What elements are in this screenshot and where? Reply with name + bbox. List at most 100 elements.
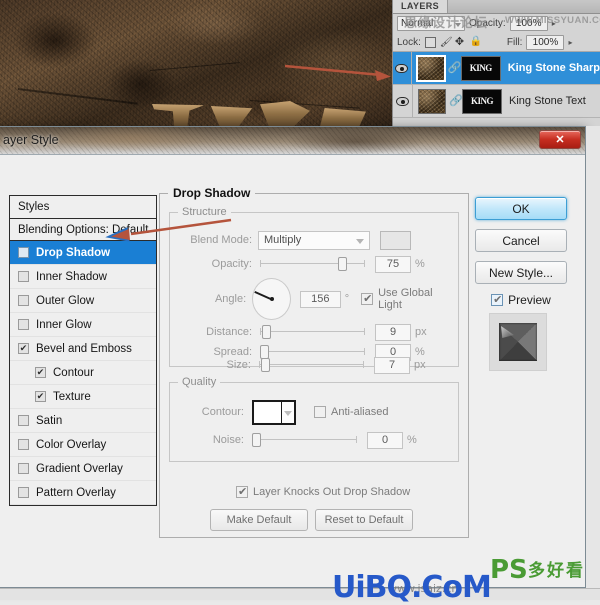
effect-row-gradient-overlay[interactable]: Gradient Overlay: [10, 457, 156, 481]
effect-row-texture[interactable]: Texture: [10, 385, 156, 409]
effects-list[interactable]: Drop Shadow Inner Shadow Outer Glow Inne…: [9, 241, 157, 506]
shadow-color-swatch[interactable]: [380, 231, 411, 250]
effect-checkbox[interactable]: [18, 319, 29, 330]
layer-visibility-toggle[interactable]: [393, 85, 413, 117]
size-field-row[interactable]: Size: 7 px: [177, 356, 452, 374]
chevron-down-icon[interactable]: [284, 411, 292, 416]
layer-blend-mode-select[interactable]: Normal: [397, 16, 465, 31]
effect-checkbox[interactable]: [18, 343, 29, 354]
drop-shadow-settings-group: Drop Shadow Structure Blend Mode: Multip…: [159, 193, 469, 538]
lock-all-icon[interactable]: 🔒: [470, 37, 481, 48]
blending-options-row[interactable]: Blending Options: Default: [9, 218, 157, 241]
distance-slider[interactable]: [260, 325, 365, 339]
lock-image-icon[interactable]: 🖌: [440, 37, 451, 48]
angle-field-row[interactable]: Angle: 156 ° Use Global Light: [178, 277, 453, 321]
effect-checkbox[interactable]: [18, 295, 29, 306]
blend-mode-field-row[interactable]: Blend Mode: Multiply: [178, 231, 453, 249]
opacity-field-row[interactable]: Opacity: 75 %: [178, 255, 453, 273]
effect-row-inner-glow[interactable]: Inner Glow: [10, 313, 156, 337]
layer-thumbnail[interactable]: [417, 56, 445, 81]
ok-button[interactable]: OK: [475, 197, 567, 220]
lock-label: Lock:: [397, 37, 421, 48]
close-icon[interactable]: ✕: [539, 130, 581, 149]
layer-mask-thumbnail[interactable]: KING: [461, 56, 501, 81]
layer-knockout-checkbox[interactable]: [236, 486, 248, 498]
effect-checkbox[interactable]: [18, 271, 29, 282]
opacity-slider[interactable]: [260, 257, 365, 271]
preview-checkbox[interactable]: [491, 294, 503, 306]
preview-toggle-row[interactable]: Preview: [475, 293, 567, 307]
contour-curve-preview: [255, 403, 281, 422]
layer-opacity-value[interactable]: 100%: [510, 16, 548, 31]
layer-knockout-row[interactable]: Layer Knocks Out Drop Shadow: [236, 486, 410, 498]
chevron-right-icon[interactable]: ▸: [568, 38, 572, 47]
reset-to-default-button[interactable]: Reset to Default: [315, 509, 413, 531]
angle-dial[interactable]: [252, 278, 291, 320]
layer-row-king-stone-text[interactable]: 🔗 KING King Stone Text: [393, 85, 600, 118]
layer-visibility-toggle[interactable]: [393, 52, 412, 84]
dialog-titlebar[interactable]: ayer Style ✕: [0, 127, 585, 155]
effect-row-satin[interactable]: Satin: [10, 409, 156, 433]
link-icon[interactable]: 🔗: [449, 96, 459, 107]
layer-row-king-stone-sharp[interactable]: 🔗 KING King Stone Sharp: [393, 52, 600, 85]
new-style-button[interactable]: New Style...: [475, 261, 567, 284]
layer-thumbnail[interactable]: [418, 89, 446, 114]
layers-panel-tabstrip[interactable]: LAYERS: [393, 0, 600, 14]
blend-mode-select[interactable]: Multiply: [258, 231, 370, 250]
effect-row-stroke[interactable]: Stroke: [10, 505, 156, 506]
fill-value[interactable]: 100%: [526, 35, 564, 50]
layer-style-dialog[interactable]: ayer Style ✕ Styles Blending Options: De…: [0, 126, 586, 588]
effect-checkbox[interactable]: [18, 463, 29, 474]
contour-preset-picker[interactable]: [252, 400, 296, 425]
distance-input[interactable]: 9: [375, 324, 411, 341]
angle-input[interactable]: 156: [300, 291, 341, 308]
noise-field-row[interactable]: Noise: 0 %: [178, 431, 453, 449]
slider-knob[interactable]: [261, 358, 270, 372]
noise-slider[interactable]: [252, 433, 357, 447]
effect-row-contour[interactable]: Contour: [10, 361, 156, 385]
layers-panel[interactable]: LAYERS Normal Opacity: 100% ▸ Lock: 🖌 ✥ …: [392, 0, 600, 135]
make-default-button[interactable]: Make Default: [210, 509, 308, 531]
layer-knockout-label: Layer Knocks Out Drop Shadow: [253, 486, 410, 498]
lock-row[interactable]: Lock: 🖌 ✥ 🔒 Fill: 100% ▸: [393, 33, 600, 52]
link-icon[interactable]: 🔗: [448, 63, 458, 74]
noise-input[interactable]: 0: [367, 432, 403, 449]
size-input[interactable]: 7: [374, 357, 410, 374]
styles-column[interactable]: Styles Blending Options: Default Drop Sh…: [9, 195, 157, 527]
effect-checkbox[interactable]: [35, 367, 46, 378]
effect-row-color-overlay[interactable]: Color Overlay: [10, 433, 156, 457]
effect-checkbox[interactable]: [35, 391, 46, 402]
opacity-input[interactable]: 75: [375, 256, 411, 273]
slider-knob[interactable]: [262, 325, 271, 339]
effect-label: Pattern Overlay: [36, 487, 116, 499]
effect-row-drop-shadow[interactable]: Drop Shadow: [10, 241, 156, 265]
anti-aliased-checkbox[interactable]: [314, 406, 326, 418]
styles-list-header[interactable]: Styles: [9, 195, 157, 218]
layer-mask-thumbnail[interactable]: KING: [462, 89, 502, 114]
blend-mode-row[interactable]: Normal Opacity: 100% ▸: [393, 14, 600, 33]
effect-checkbox[interactable]: [18, 247, 29, 258]
chevron-right-icon[interactable]: ▸: [552, 19, 556, 28]
effect-row-inner-shadow[interactable]: Inner Shadow: [10, 265, 156, 289]
slider-knob[interactable]: [338, 257, 347, 271]
effect-checkbox[interactable]: [18, 487, 29, 498]
contour-field-row[interactable]: Contour: Anti-aliased: [178, 399, 453, 425]
layer-name[interactable]: King Stone Sharp: [508, 62, 600, 74]
lock-transparency-icon[interactable]: [425, 37, 436, 48]
effect-row-pattern-overlay[interactable]: Pattern Overlay: [10, 481, 156, 505]
cancel-button[interactable]: Cancel: [475, 229, 567, 252]
layer-name[interactable]: King Stone Text: [509, 95, 586, 107]
eye-icon[interactable]: [396, 97, 409, 106]
tab-layers[interactable]: LAYERS: [393, 0, 448, 13]
effect-checkbox[interactable]: [18, 415, 29, 426]
effect-row-outer-glow[interactable]: Outer Glow: [10, 289, 156, 313]
distance-field-row[interactable]: Distance: 9 px: [178, 323, 453, 341]
slider-knob[interactable]: [252, 433, 261, 447]
use-global-light-checkbox[interactable]: [361, 293, 373, 305]
eye-icon[interactable]: [395, 64, 408, 73]
effect-checkbox[interactable]: [18, 439, 29, 450]
dialog-button-column[interactable]: OK Cancel New Style... Preview: [475, 197, 567, 371]
effect-row-bevel-and-emboss[interactable]: Bevel and Emboss: [10, 337, 156, 361]
lock-position-icon[interactable]: ✥: [455, 37, 466, 48]
size-slider[interactable]: [259, 358, 364, 372]
